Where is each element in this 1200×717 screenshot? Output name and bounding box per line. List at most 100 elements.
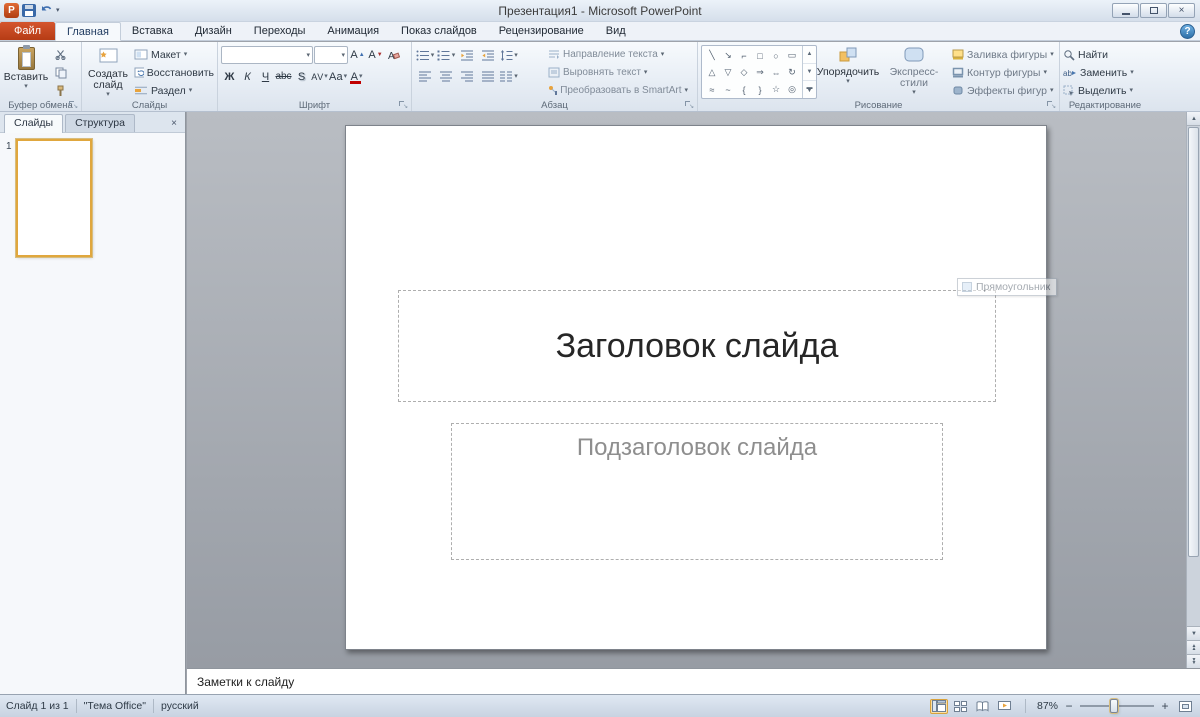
text-direction-button[interactable]: Направление текста▾ bbox=[548, 46, 688, 63]
previous-slide-button[interactable]: ▲▲ bbox=[1187, 640, 1200, 654]
shape-icon[interactable]: ⌐ bbox=[736, 47, 752, 64]
help-icon[interactable]: ? bbox=[1180, 24, 1195, 39]
tab-review[interactable]: Рецензирование bbox=[488, 22, 595, 40]
tab-transitions[interactable]: Переходы bbox=[243, 22, 317, 40]
next-slide-button[interactable]: ▼▼ bbox=[1187, 654, 1200, 668]
clear-formatting-button[interactable]: А bbox=[385, 47, 402, 64]
shape-icon[interactable]: ↻ bbox=[784, 64, 800, 81]
font-size-combo[interactable]: ▾ bbox=[314, 46, 348, 64]
bullets-button[interactable]: ▾ bbox=[415, 47, 435, 64]
shapes-scroll-down-icon[interactable]: ▼ bbox=[803, 63, 816, 81]
close-button[interactable]: × bbox=[1168, 3, 1195, 18]
grow-font-button[interactable]: А▲ bbox=[349, 47, 366, 64]
shape-icon[interactable]: } bbox=[752, 81, 768, 98]
tab-slides-pane[interactable]: Слайды bbox=[4, 114, 63, 133]
align-right-button[interactable] bbox=[457, 68, 477, 85]
scrollbar-thumb[interactable] bbox=[1188, 127, 1199, 557]
theme-label[interactable]: "Тема Office" bbox=[84, 700, 146, 712]
slide-canvas[interactable]: Заголовок слайда Подзаголовок слайда bbox=[345, 125, 1047, 650]
shape-icon[interactable]: ◎ bbox=[784, 81, 800, 98]
shape-icon[interactable]: { bbox=[736, 81, 752, 98]
title-placeholder[interactable]: Заголовок слайда bbox=[398, 290, 996, 402]
tab-design[interactable]: Дизайн bbox=[184, 22, 243, 40]
scroll-down-icon[interactable]: ▼ bbox=[1187, 626, 1200, 640]
replace-button[interactable]: abЗаменить▾ bbox=[1063, 64, 1147, 81]
vertical-scrollbar[interactable]: ▲ ▼ ▲▲ ▼▼ bbox=[1186, 112, 1200, 668]
font-name-combo[interactable]: ▾ bbox=[221, 46, 313, 64]
shape-outline-button[interactable]: Контур фигуры▾ bbox=[952, 64, 1054, 81]
maximize-button[interactable] bbox=[1140, 3, 1167, 18]
dialog-launcher-icon[interactable] bbox=[398, 100, 408, 110]
increase-indent-button[interactable] bbox=[478, 47, 498, 64]
zoom-slider-thumb[interactable] bbox=[1110, 699, 1118, 713]
quick-styles-button[interactable]: Экспресс-стили ▾ bbox=[879, 45, 949, 99]
line-spacing-button[interactable]: ▾ bbox=[499, 47, 519, 64]
shape-icon[interactable]: ▽ bbox=[720, 64, 736, 81]
align-left-button[interactable] bbox=[415, 68, 435, 85]
numbering-button[interactable]: ▾ bbox=[436, 47, 456, 64]
shape-icon[interactable]: ○ bbox=[768, 47, 784, 64]
normal-view-button[interactable] bbox=[930, 699, 948, 714]
justify-button[interactable] bbox=[478, 68, 498, 85]
character-spacing-button[interactable]: АV▾ bbox=[311, 68, 328, 85]
copy-button[interactable] bbox=[52, 64, 69, 81]
underline-button[interactable]: Ч bbox=[257, 68, 274, 85]
new-slide-button[interactable]: Создать слайд ▾ bbox=[85, 45, 131, 99]
shape-effects-button[interactable]: Эффекты фигур▾ bbox=[952, 82, 1054, 99]
tab-slideshow[interactable]: Показ слайдов bbox=[390, 22, 488, 40]
convert-smartart-button[interactable]: Преобразовать в SmartArt▾ bbox=[548, 82, 688, 99]
shape-icon[interactable]: ╲ bbox=[704, 47, 720, 64]
tab-home[interactable]: Главная bbox=[55, 22, 121, 41]
find-button[interactable]: Найти bbox=[1063, 46, 1147, 63]
shapes-scroll-up-icon[interactable]: ▲ bbox=[803, 46, 816, 63]
powerpoint-app-icon[interactable]: P bbox=[4, 3, 19, 18]
shapes-more-icon[interactable]: ▬▼ bbox=[803, 80, 816, 98]
qat-dropdown-icon[interactable]: ▾ bbox=[56, 7, 60, 14]
tab-file[interactable]: Файл bbox=[0, 22, 55, 40]
notes-pane[interactable]: Заметки к слайду bbox=[187, 668, 1200, 694]
dialog-launcher-icon[interactable] bbox=[68, 100, 78, 110]
zoom-in-icon[interactable]: + bbox=[1158, 699, 1172, 713]
shape-icon[interactable]: ☆ bbox=[768, 81, 784, 98]
reading-view-button[interactable] bbox=[974, 699, 992, 714]
shape-icon[interactable]: △ bbox=[704, 64, 720, 81]
cut-button[interactable] bbox=[52, 46, 69, 63]
shape-icon[interactable]: ⇔ bbox=[768, 64, 784, 81]
format-painter-button[interactable] bbox=[52, 82, 69, 99]
shape-icon[interactable]: ⇒ bbox=[752, 64, 768, 81]
select-button[interactable]: Выделить▾ bbox=[1063, 82, 1147, 99]
dialog-launcher-icon[interactable] bbox=[1046, 100, 1056, 110]
zoom-slider[interactable] bbox=[1080, 699, 1154, 713]
columns-button[interactable]: ▾ bbox=[499, 68, 519, 85]
align-text-button[interactable]: Выровнять текст▾ bbox=[548, 64, 688, 81]
minimize-button[interactable] bbox=[1112, 3, 1139, 18]
layout-button[interactable]: Макет▾ bbox=[134, 46, 214, 63]
shape-icon[interactable]: □ bbox=[752, 47, 768, 64]
align-center-button[interactable] bbox=[436, 68, 456, 85]
pane-close-icon[interactable]: × bbox=[167, 118, 181, 129]
change-case-button[interactable]: Аа▾ bbox=[329, 68, 347, 85]
section-button[interactable]: Раздел▾ bbox=[134, 82, 214, 99]
fit-to-window-button[interactable] bbox=[1176, 699, 1194, 714]
strikethrough-button[interactable]: abc bbox=[275, 68, 292, 85]
dialog-launcher-icon[interactable] bbox=[684, 100, 694, 110]
tab-animations[interactable]: Анимация bbox=[316, 22, 390, 40]
subtitle-placeholder[interactable]: Подзаголовок слайда bbox=[451, 423, 943, 560]
slideshow-view-button[interactable] bbox=[996, 699, 1014, 714]
slide-thumbnail[interactable] bbox=[16, 139, 92, 257]
tab-insert[interactable]: Вставка bbox=[121, 22, 184, 40]
bold-button[interactable]: Ж bbox=[221, 68, 238, 85]
language-label[interactable]: русский bbox=[161, 700, 199, 712]
decrease-indent-button[interactable] bbox=[457, 47, 477, 64]
paste-button[interactable]: Вставить ▾ bbox=[3, 45, 49, 99]
shape-icon[interactable]: ▭ bbox=[784, 47, 800, 64]
arrange-button[interactable]: Упорядочить ▾ bbox=[820, 45, 876, 99]
text-shadow-button[interactable]: S bbox=[293, 68, 310, 85]
save-icon[interactable] bbox=[22, 4, 36, 17]
slide-sorter-view-button[interactable] bbox=[952, 699, 970, 714]
undo-icon[interactable] bbox=[39, 3, 53, 18]
shape-icon[interactable]: ◇ bbox=[736, 64, 752, 81]
shrink-font-button[interactable]: А▼ bbox=[367, 47, 384, 64]
italic-button[interactable]: К bbox=[239, 68, 256, 85]
shape-icon[interactable]: ~ bbox=[720, 81, 736, 98]
